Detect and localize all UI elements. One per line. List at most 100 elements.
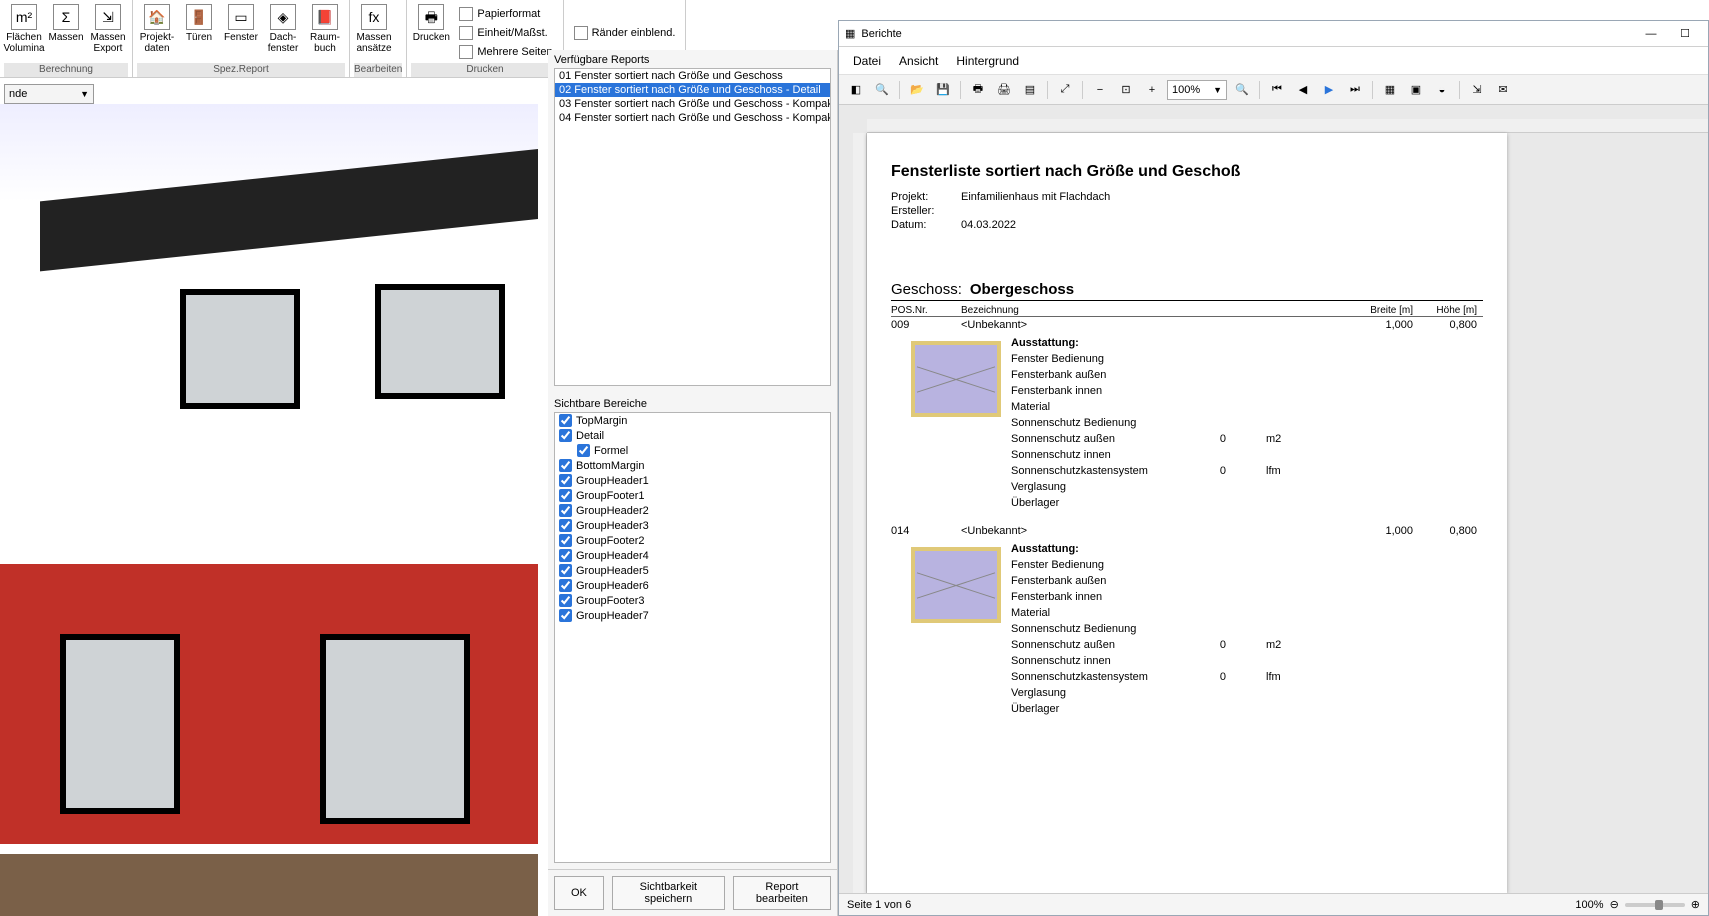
area-checkbox[interactable] [559, 504, 572, 517]
area-checkbox-row[interactable]: GroupHeader2 [555, 503, 830, 518]
area-checkbox-row[interactable]: GroupFooter3 [555, 593, 830, 608]
ribbon-button-label: Massen [356, 32, 391, 43]
area-checkbox[interactable] [559, 474, 572, 487]
ribbon-button[interactable]: ▭Fenster [221, 2, 261, 63]
area-checkbox[interactable] [559, 429, 572, 442]
ruler-vertical [853, 133, 867, 893]
ribbon-side-item[interactable]: Mehrere Seiten [459, 45, 552, 59]
attr-line: Sonnenschutz außen0m2 [1011, 431, 1483, 447]
cell-pos: 014 [891, 525, 961, 537]
area-checkbox-row[interactable]: GroupHeader5 [555, 563, 830, 578]
last-page-icon[interactable]: ⏭ [1344, 79, 1366, 101]
area-checkbox-row[interactable]: GroupHeader6 [555, 578, 830, 593]
area-checkbox[interactable] [559, 579, 572, 592]
menu-file[interactable]: Datei [853, 54, 881, 68]
attr-line: Verglasung [1011, 479, 1483, 495]
ribbon-button[interactable]: 🚪Türen [179, 2, 219, 63]
ribbon-button[interactable]: 🖶Drucken [411, 2, 451, 63]
scale-icon[interactable]: ⤢ [1054, 79, 1076, 101]
zoom-combo[interactable]: 100%▼ [1167, 80, 1227, 100]
area-checkbox-row[interactable]: GroupHeader4 [555, 548, 830, 563]
zoom-fit-icon[interactable]: ⊡ [1115, 79, 1137, 101]
area-checkbox-row[interactable]: GroupFooter1 [555, 488, 830, 503]
export-icon[interactable]: ⇲ [1466, 79, 1488, 101]
area-checkbox[interactable] [559, 519, 572, 532]
area-checkbox-row[interactable]: GroupHeader7 [555, 608, 830, 623]
mail-icon[interactable]: ✉ [1492, 79, 1514, 101]
zoom-tool-icon[interactable]: 🔍 [1231, 79, 1253, 101]
area-checkbox[interactable] [559, 534, 572, 547]
report-list-item[interactable]: 03 Fenster sortiert nach Größe und Gesch… [555, 97, 830, 111]
edit-report-button[interactable]: Report bearbeiten [733, 876, 831, 910]
first-page-icon[interactable]: ⏮ [1266, 79, 1288, 101]
find-icon[interactable]: 🔍 [871, 79, 893, 101]
ribbon-button[interactable]: 🏠Projekt-daten [137, 2, 177, 63]
zoom-minus-icon[interactable]: ⊖ [1610, 898, 1619, 911]
pagesetup-icon[interactable]: ▤ [1019, 79, 1041, 101]
area-checkbox[interactable] [559, 609, 572, 622]
reports-listbox[interactable]: 01 Fenster sortiert nach Größe und Gesch… [554, 68, 831, 386]
report-select-panel: Verfügbare Reports 01 Fenster sortiert n… [548, 50, 838, 916]
area-checkbox-row[interactable]: TopMargin [555, 413, 830, 428]
report-list-item[interactable]: 01 Fenster sortiert nach Größe und Gesch… [555, 69, 830, 83]
ok-button[interactable]: OK [554, 876, 604, 910]
chevron-down-icon: ▼ [80, 89, 89, 99]
area-checkbox[interactable] [559, 414, 572, 427]
ribbon-group-label: Spez.Report [137, 63, 345, 77]
area-checkbox[interactable] [559, 594, 572, 607]
watermark-icon[interactable]: ◒ [1431, 79, 1453, 101]
areas-listbox[interactable]: TopMarginDetailFormelBottomMarginGroupHe… [554, 412, 831, 863]
area-checkbox-row[interactable]: BottomMargin [555, 458, 830, 473]
area-checkbox-row[interactable]: Detail [555, 428, 830, 443]
viewport-3d[interactable] [0, 104, 538, 916]
bgcolor-icon[interactable]: ▣ [1405, 79, 1427, 101]
zoom-in-icon[interactable]: + [1141, 79, 1163, 101]
ribbon-button[interactable]: fxMassenansätze [354, 2, 394, 63]
area-checkbox-row[interactable]: Formel [555, 443, 830, 458]
area-checkbox-row[interactable]: GroupFooter2 [555, 533, 830, 548]
context-combo[interactable]: nde ▼ [4, 84, 94, 104]
menu-background[interactable]: Hintergrund [956, 54, 1019, 68]
window-thumbnail [911, 547, 1001, 623]
ribbon-side-item[interactable]: Papierformat [459, 7, 552, 21]
prev-page-icon[interactable]: ◀ [1292, 79, 1314, 101]
maximize-button[interactable]: ☐ [1668, 23, 1702, 45]
menu-view[interactable]: Ansicht [899, 54, 938, 68]
attr-value: 0 [1176, 463, 1266, 479]
open-icon[interactable]: 📂 [906, 79, 928, 101]
attr-label: Sonnenschutz außen [1011, 637, 1176, 653]
ruler-horizontal [867, 119, 1708, 133]
print-icon[interactable]: 🖶 [967, 79, 989, 101]
minimize-button[interactable]: — [1634, 23, 1668, 45]
area-checkbox[interactable] [559, 549, 572, 562]
sidepanel-icon[interactable]: ◧ [845, 79, 867, 101]
area-checkbox[interactable] [559, 489, 572, 502]
area-checkbox[interactable] [559, 459, 572, 472]
area-checkbox[interactable] [559, 564, 572, 577]
report-list-item[interactable]: 02 Fenster sortiert nach Größe und Gesch… [555, 83, 830, 97]
area-checkbox-row[interactable]: GroupHeader1 [555, 473, 830, 488]
save-visibility-button[interactable]: Sichtbarkeit speichern [612, 876, 725, 910]
zoom-out-icon[interactable]: − [1089, 79, 1111, 101]
ribbon-side-item[interactable]: Einheit/Maßst. [459, 26, 552, 40]
multipage-icon[interactable]: ▦ [1379, 79, 1401, 101]
ribbon-group-label: Bearbeiten [354, 63, 402, 77]
ribbon-button[interactable]: ΣMassen [46, 2, 86, 63]
area-checkbox[interactable] [577, 444, 590, 457]
ribbon-button[interactable]: ⇲MassenExport [88, 2, 128, 63]
area-label: GroupHeader4 [576, 550, 649, 562]
zoom-slider[interactable] [1625, 903, 1685, 907]
ribbon-button[interactable]: ◈Dach-fenster [263, 2, 303, 63]
attr-label: Überlager [1011, 495, 1176, 511]
ribbon-button[interactable]: m²FlächenVolumina [4, 2, 44, 63]
ribbon-button[interactable]: 📕Raum-buch [305, 2, 345, 63]
quickprint-icon[interactable]: 🖨 [993, 79, 1015, 101]
area-label: GroupHeader7 [576, 610, 649, 622]
ribbon-side-item[interactable]: Ränder einblend. [574, 26, 676, 40]
zoom-plus-icon[interactable]: ⊕ [1691, 898, 1700, 911]
save-icon[interactable]: 💾 [932, 79, 954, 101]
area-checkbox-row[interactable]: GroupHeader3 [555, 518, 830, 533]
report-list-item[interactable]: 04 Fenster sortiert nach Größe und Gesch… [555, 111, 830, 125]
viewer-body[interactable]: Fensterliste sortiert nach Größe und Ges… [839, 105, 1708, 893]
next-page-icon[interactable]: ▶ [1318, 79, 1340, 101]
